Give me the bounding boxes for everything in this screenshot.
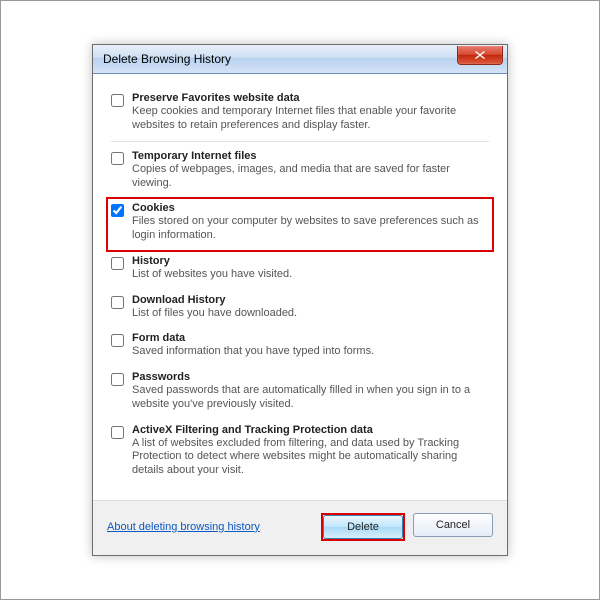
option-passwords: Passwords Saved passwords that are autom…: [111, 367, 489, 420]
option-description: List of websites you have visited.: [132, 268, 489, 282]
option-history: History List of websites you have visite…: [111, 251, 489, 290]
delete-browsing-history-dialog: Delete Browsing History Preserve Favorit…: [92, 44, 508, 556]
close-button[interactable]: [457, 46, 503, 65]
delete-button[interactable]: Delete: [323, 515, 403, 539]
option-activex-tracking: ActiveX Filtering and Tracking Protectio…: [111, 420, 489, 486]
option-download-history: Download History List of files you have …: [111, 290, 489, 329]
dialog-footer: About deleting browsing history Delete C…: [93, 500, 507, 555]
option-description: Files stored on your computer by website…: [132, 215, 489, 243]
option-title: Download History: [132, 294, 489, 306]
option-form-data: Form data Saved information that you hav…: [111, 328, 489, 367]
checkbox-history[interactable]: [111, 257, 124, 270]
option-title: Temporary Internet files: [132, 150, 489, 162]
option-title: History: [132, 255, 489, 267]
checkbox-form-data[interactable]: [111, 334, 124, 347]
option-description: Keep cookies and temporary Internet file…: [132, 105, 489, 133]
option-description: A list of websites excluded from filteri…: [132, 437, 489, 478]
close-icon: [475, 51, 485, 59]
dialog-body: Preserve Favorites website data Keep coo…: [93, 74, 507, 500]
option-preserve-favorites: Preserve Favorites website data Keep coo…: [111, 88, 489, 142]
option-cookies: Cookies Files stored on your computer by…: [107, 198, 493, 251]
option-title: Form data: [132, 332, 489, 344]
checkbox-temporary-internet-files[interactable]: [111, 152, 124, 165]
option-title: Cookies: [132, 202, 489, 214]
option-title: ActiveX Filtering and Tracking Protectio…: [132, 424, 489, 436]
option-description: List of files you have downloaded.: [132, 307, 489, 321]
option-description: Copies of webpages, images, and media th…: [132, 163, 489, 191]
checkbox-cookies[interactable]: [111, 204, 124, 217]
dialog-title: Delete Browsing History: [103, 52, 231, 66]
option-description: Saved passwords that are automatically f…: [132, 384, 489, 412]
checkbox-activex-tracking[interactable]: [111, 426, 124, 439]
option-temporary-internet-files: Temporary Internet files Copies of webpa…: [111, 146, 489, 199]
checkbox-download-history[interactable]: [111, 296, 124, 309]
option-description: Saved information that you have typed in…: [132, 345, 489, 359]
about-link[interactable]: About deleting browsing history: [107, 521, 260, 533]
cancel-button[interactable]: Cancel: [413, 513, 493, 537]
option-title: Passwords: [132, 371, 489, 383]
option-title: Preserve Favorites website data: [132, 92, 489, 104]
checkbox-passwords[interactable]: [111, 373, 124, 386]
titlebar: Delete Browsing History: [93, 45, 507, 74]
delete-button-highlight: Delete: [321, 513, 405, 541]
checkbox-preserve-favorites[interactable]: [111, 94, 124, 107]
